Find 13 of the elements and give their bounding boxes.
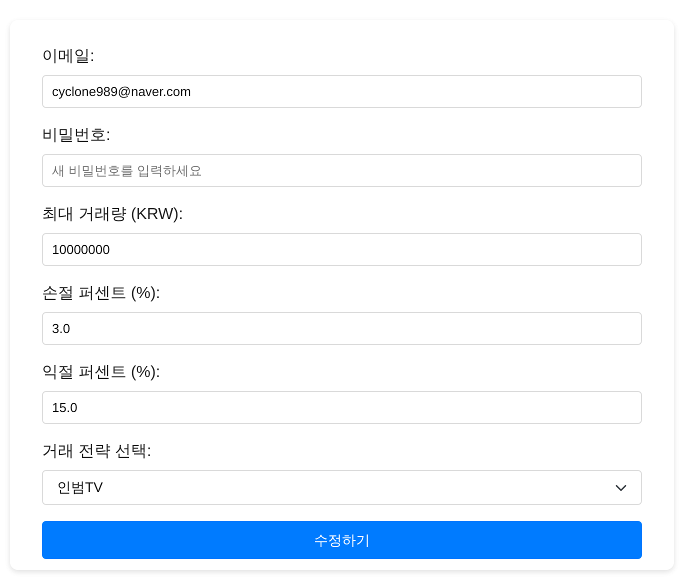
input-field[interactable]: 3.0 (42, 312, 642, 345)
input-field[interactable]: 15.0 (42, 391, 642, 424)
field-label: 익절 퍼센트 (%): (42, 363, 160, 383)
input-field[interactable]: 10000000 (42, 233, 642, 266)
field-label: 비밀번호: (42, 126, 110, 146)
field-label: 최대 거래량 (KRW): (42, 205, 184, 225)
field-label: 이메일: (42, 47, 94, 67)
strategy-dropdown[interactable]: 인범TV (42, 470, 642, 505)
submit-button[interactable]: 수정하기 (42, 521, 642, 559)
field-label: 거래 전략 선택: (42, 442, 152, 462)
field-label: 손절 퍼센트 (%): (42, 284, 160, 304)
input-field[interactable]: 새 비밀번호를 입력하세요 (42, 154, 642, 187)
input-field[interactable]: cyclone989@naver.com (42, 75, 642, 108)
